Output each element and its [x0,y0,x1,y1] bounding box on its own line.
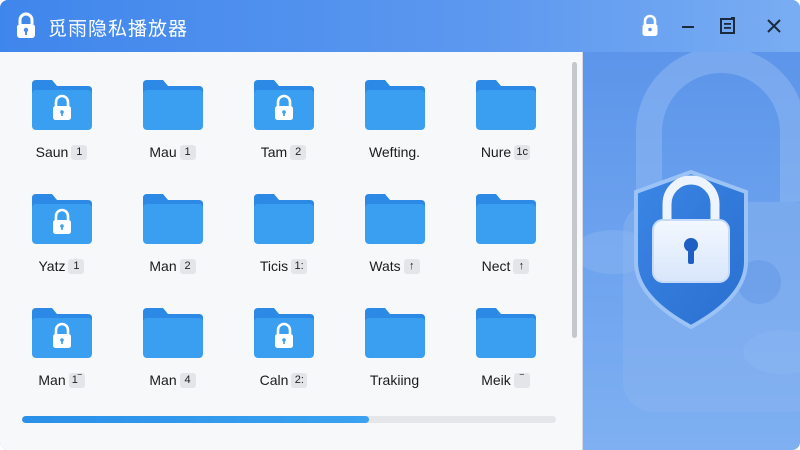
folder-panel: Saun 1 Mau 1 Tam 2 Wefting. Nure 1c Yatz 1 [0,52,583,450]
lock-icon [642,14,658,36]
progress-fill [22,416,370,423]
folder-item[interactable]: Man 4 [117,304,228,404]
folder-item[interactable]: Yatz 1 [6,190,117,290]
folder-label: Trakiing [370,372,419,388]
folder-name: Nect [481,258,511,274]
folder-label: Nect ↑ [482,258,530,274]
folder-label: Nure 1c [480,144,531,160]
folder-name: Mau [149,144,177,160]
restore-icon [720,17,735,34]
folder-item[interactable]: Nure 1c [450,76,561,176]
folder-name: Man [149,258,177,274]
folder-item[interactable]: Man 2 [117,190,228,290]
folder-count-badge: ‾ [513,372,530,388]
folder-label: Ticis 1: [259,258,308,274]
folder-count-badge: 1 [179,144,196,160]
folder-name: Man [149,372,177,388]
folder-item[interactable]: Mau 1 [117,76,228,176]
locked-folder-icon [30,76,94,132]
folder-icon [474,304,538,360]
folder-name: Wefting. [368,144,421,160]
folder-item[interactable]: Man 1‾ [6,304,117,404]
folder-name: Saun [35,144,69,160]
folder-count-badge: 1‾ [68,372,85,388]
folder-icon [474,76,538,132]
folder-icon [363,304,427,360]
window-title: 觅雨隐私播放器 [48,19,189,40]
folder-count-badge: 4 [179,372,196,388]
folder-item[interactable]: Meik ‾ [450,304,561,404]
folder-count-badge: 2: [291,372,308,388]
folder-name: Man [38,372,66,388]
security-illustration [573,47,800,450]
folder-count-badge: 2 [290,144,307,160]
app-window: 觅雨隐私播放器 Saun 1 Mau 1 Tam 2 Wefting. Nure… [0,0,800,450]
folder-label: Man 2 [149,258,196,274]
title-bar: 觅雨隐私播放器 [0,0,800,52]
folder-name: Caln [259,372,289,388]
locked-folder-icon [252,76,316,132]
folder-label: Wefting. [369,144,420,160]
locked-folder-icon [30,190,94,246]
folder-item[interactable]: Ticis 1: [228,190,339,290]
folder-item[interactable]: Tam 2 [228,76,339,176]
close-button[interactable] [760,12,788,40]
folder-label: Tam 2 [260,144,307,160]
app-lock-icon [14,12,38,40]
locked-folder-icon [252,304,316,360]
folder-label: Mau 1 [149,144,196,160]
folder-label: Wats ↑ [369,258,420,274]
restore-button[interactable] [714,12,742,40]
folder-item[interactable]: Saun 1 [6,76,117,176]
folder-icon [363,190,427,246]
folder-count-badge: 1: [291,258,308,274]
locked-folder-icon [30,304,94,360]
folder-label: Man 1‾ [38,372,85,388]
progress-bar [22,416,556,423]
folder-item[interactable]: Wats ↑ [339,190,450,290]
folder-grid: Saun 1 Mau 1 Tam 2 Wefting. Nure 1c Yatz 1 [10,76,566,426]
folder-name: Tam [260,144,288,160]
folder-count-badge: ↑ [513,258,530,274]
folder-icon [252,190,316,246]
folder-label: Man 4 [149,372,196,388]
folder-count-badge: ↑ [403,258,420,274]
close-icon [767,19,781,33]
folder-name: Meik [481,372,511,388]
folder-item[interactable]: Caln 2: [228,304,339,404]
folder-icon [141,76,205,132]
folder-icon [141,190,205,246]
folder-icon [141,304,205,360]
folder-name: Wats [369,258,401,274]
folder-label: Meik ‾ [481,372,530,388]
folder-name: Trakiing [369,372,420,388]
folder-count-badge: 2 [179,258,196,274]
folder-icon [474,190,538,246]
minimize-icon [682,26,694,28]
lock-button[interactable] [636,12,664,40]
folder-item[interactable]: Trakiing [339,304,450,404]
folder-count-badge: 1 [68,258,85,274]
folder-item[interactable]: Wefting. [339,76,450,176]
folder-count-badge: 1c [514,144,531,160]
vertical-scrollbar[interactable] [572,62,577,338]
folder-label: Yatz 1 [39,258,85,274]
folder-label: Caln 2: [260,372,308,388]
folder-name: Ticis [259,258,289,274]
folder-icon [363,76,427,132]
folder-name: Nure [480,144,512,160]
folder-item[interactable]: Nect ↑ [450,190,561,290]
folder-label: Saun 1 [36,144,88,160]
folder-name: Yatz [38,258,66,274]
folder-count-badge: 1 [71,144,88,160]
minimize-button[interactable] [674,12,702,40]
